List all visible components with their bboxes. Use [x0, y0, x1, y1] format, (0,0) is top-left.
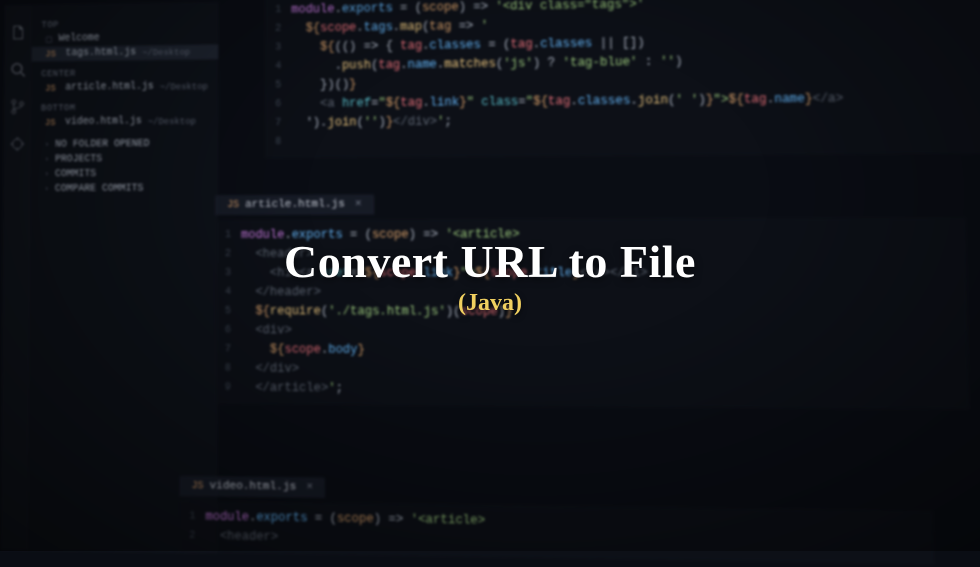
chevron-right-icon: ›: [44, 170, 49, 179]
sidebar-item-article[interactable]: JS article.html.js ~/Desktop: [31, 79, 218, 96]
tab-article[interactable]: JS article.html.js ×: [215, 194, 374, 215]
close-icon[interactable]: ×: [355, 198, 362, 210]
window-icon: ▢: [45, 34, 52, 44]
files-icon: [10, 25, 26, 41]
sidebar-item-label: COMMITS: [55, 169, 96, 180]
line-number: 1: [265, 1, 291, 20]
sidebar-item-label: video.html.js: [65, 116, 142, 128]
close-icon[interactable]: ×: [306, 481, 313, 493]
main-title: Convert URL to File: [284, 235, 696, 288]
line-number: 7: [215, 340, 241, 359]
branch-icon: [10, 99, 26, 115]
activity-bar: [0, 5, 32, 550]
line-number: 9: [215, 378, 241, 397]
editor-pane-tags: 1module.exports = (scope) => '<div class…: [265, 0, 980, 158]
sidebar: TOP ▢ Welcome JS tags.html.js ~/Desktop …: [28, 2, 218, 553]
js-badge: JS: [191, 481, 203, 492]
line-number: 6: [215, 321, 241, 340]
title-overlay: Convert URL to File (Java): [284, 235, 696, 317]
sidebar-item-path: ~/Desktop: [160, 82, 208, 92]
line-number: 1: [179, 507, 205, 527]
line-number: 8: [215, 359, 241, 378]
sidebar-item-label: COMPARE COMMITS: [55, 184, 144, 195]
line-number: 3: [215, 264, 241, 283]
line-number: 5: [215, 302, 241, 321]
code-content: </article>';: [241, 379, 969, 403]
line-number: 2: [265, 20, 291, 39]
sidebar-commits[interactable]: › COMMITS: [31, 166, 218, 182]
sidebar-compare[interactable]: › COMPARE COMMITS: [31, 181, 219, 197]
chevron-right-icon: ›: [44, 156, 49, 165]
sidebar-item-label: article.html.js: [65, 82, 153, 94]
editor-pane-video: 1module.exports = (scope) => '<article>2…: [179, 501, 933, 564]
tab-label: article.html.js: [245, 199, 345, 211]
js-badge: JS: [45, 49, 56, 59]
line-number: 4: [215, 283, 241, 302]
sidebar-item-label: tags.html.js: [66, 47, 137, 59]
search-icon: [10, 62, 26, 78]
line-number: 2: [179, 526, 205, 546]
line-number: 6: [265, 95, 291, 114]
sidebar-item-label: NO FOLDER OPENED: [55, 139, 149, 151]
line-number: 2: [215, 245, 241, 264]
debug-icon: [10, 136, 26, 152]
line-number: 3: [265, 38, 291, 57]
sidebar-item-label: Welcome: [59, 33, 100, 44]
tab-video[interactable]: JS video.html.js ×: [179, 476, 325, 498]
tab-label: video.html.js: [210, 480, 297, 493]
line-number: 1: [215, 226, 241, 245]
js-badge: JS: [45, 118, 56, 128]
js-badge: JS: [227, 200, 239, 211]
sidebar-projects[interactable]: › PROJECTS: [31, 151, 218, 167]
sidebar-item-path: ~/Desktop: [142, 47, 190, 57]
subtitle: (Java): [284, 290, 696, 317]
js-badge: JS: [45, 83, 56, 93]
sidebar-item-label: PROJECTS: [55, 154, 102, 165]
chevron-right-icon: ›: [44, 185, 49, 194]
line-number: 4: [265, 57, 291, 76]
sidebar-item-tags[interactable]: JS tags.html.js ~/Desktop: [32, 44, 219, 61]
sidebar-item-path: ~/Desktop: [148, 116, 196, 126]
code-line: 9 </article>';: [215, 378, 969, 402]
sidebar-nofolder[interactable]: › NO FOLDER OPENED: [31, 136, 218, 152]
chevron-right-icon: ›: [45, 141, 50, 150]
line-number: 8: [265, 133, 291, 152]
sidebar-item-video[interactable]: JS video.html.js ~/Desktop: [31, 114, 218, 130]
line-number: 5: [265, 76, 291, 95]
line-number: 7: [265, 114, 291, 133]
